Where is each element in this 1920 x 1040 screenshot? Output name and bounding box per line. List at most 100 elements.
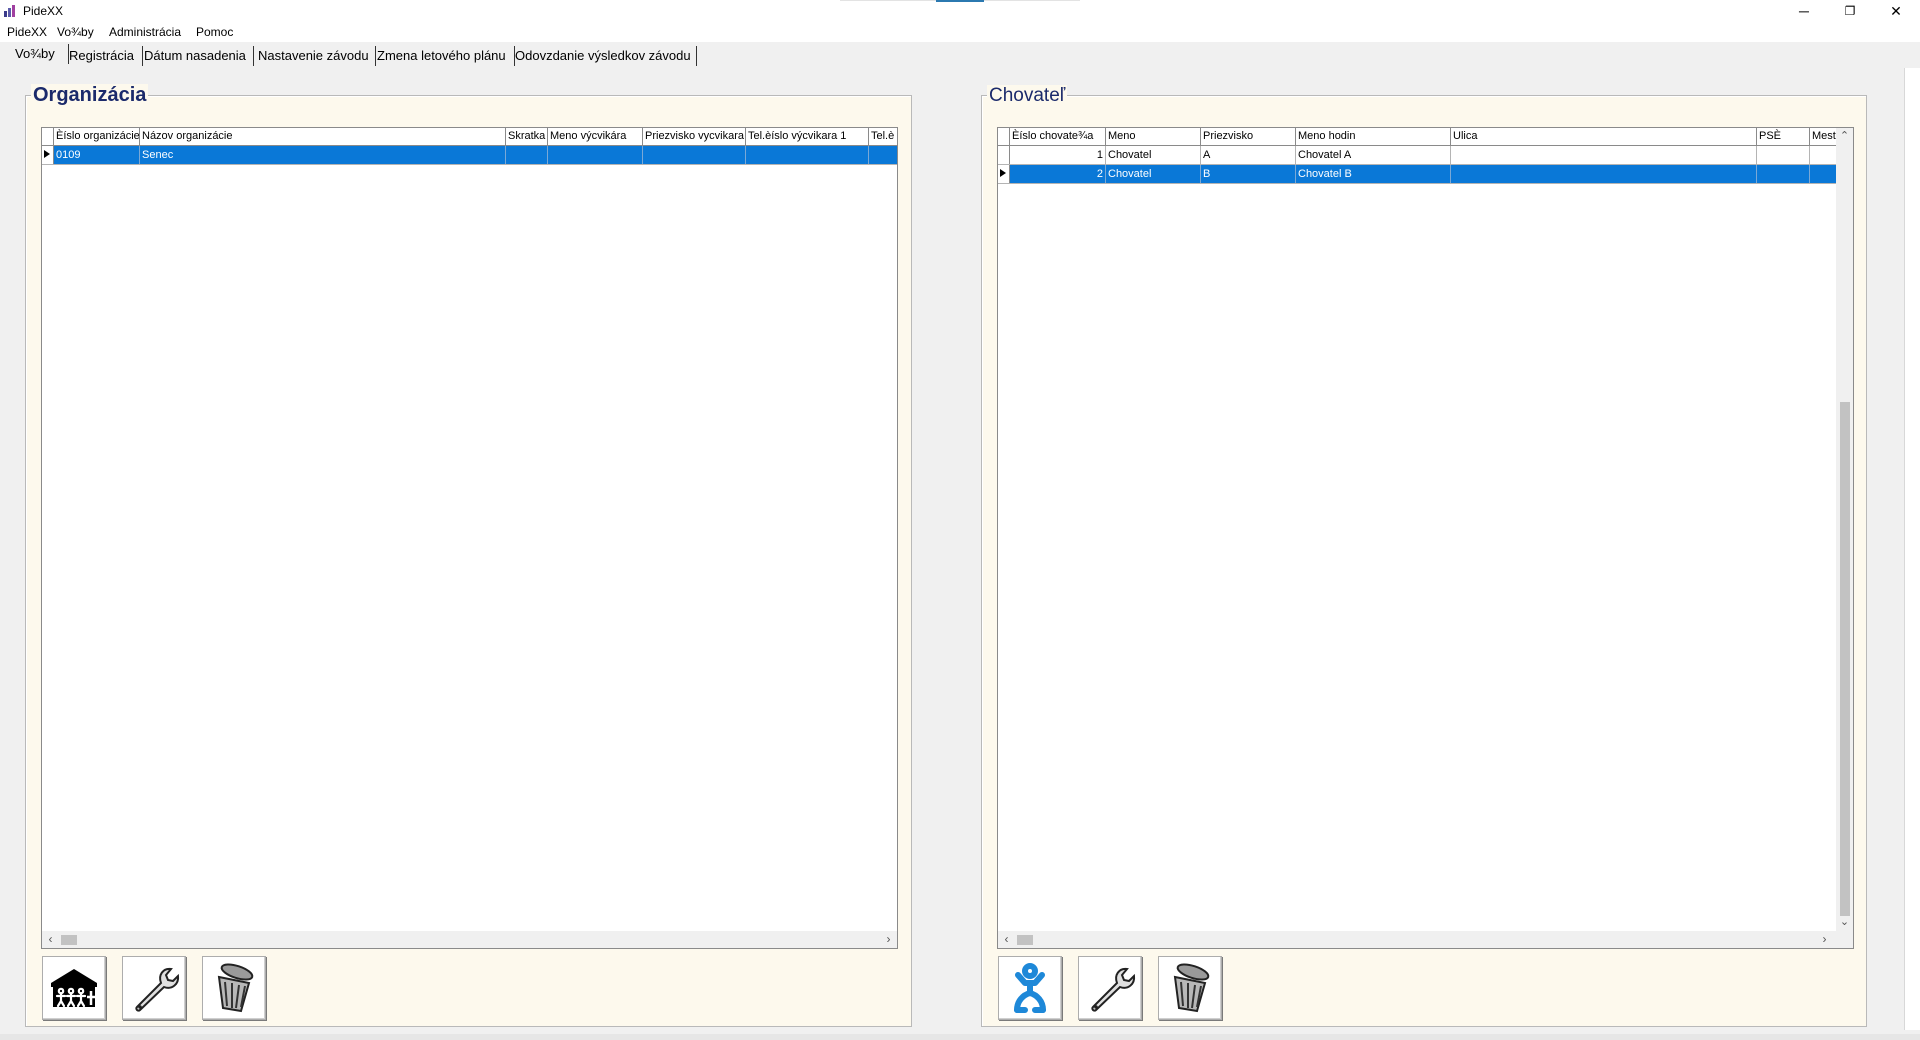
menu-volby[interactable]: Vo¾by (57, 25, 94, 39)
cell-org-name[interactable]: Senec (140, 146, 506, 164)
cell-breeder-city[interactable] (1810, 165, 1836, 183)
organization-grid[interactable]: Èíslo organizácie Názov organizácie Skra… (41, 127, 898, 949)
table-row[interactable]: 2 Chovatel B Chovatel B (998, 165, 1836, 184)
cell-breeder-street[interactable] (1451, 165, 1757, 183)
column-header[interactable]: Priezvisko vycvikara (643, 128, 746, 145)
column-header[interactable]: Ulica (1451, 128, 1757, 145)
organization-panel: Organizácia Èíslo organizácie Názov orga… (25, 84, 912, 1027)
person-icon (1014, 963, 1046, 1013)
current-row-arrow-icon (1000, 169, 1006, 177)
cell-org-number[interactable]: 0109 (54, 146, 140, 164)
scroll-left-button[interactable]: ‹ (42, 931, 59, 948)
breeder-vscrollbar[interactable]: ⌃ ⌄ (1836, 128, 1853, 931)
cell-org-abbr[interactable] (506, 146, 548, 164)
edit-organization-button[interactable] (122, 956, 186, 1020)
column-header[interactable]: Meno výcvikára (548, 128, 643, 145)
row-indicator-header (998, 128, 1010, 145)
tab-zmena-letoveho-planu[interactable]: Zmena letového plánu (374, 46, 515, 66)
cell-trainer-name[interactable] (548, 146, 643, 164)
column-header[interactable]: Skratka (506, 128, 548, 145)
menu-bar: PideXX Vo¾by Administrácia Pomoc (0, 22, 1920, 42)
cell-breeder-number[interactable]: 2 (1010, 165, 1106, 183)
organization-grid-header: Èíslo organizácie Názov organizácie Skra… (42, 128, 897, 146)
column-header[interactable]: Názov organizácie (140, 128, 506, 145)
scroll-left-button[interactable]: ‹ (998, 931, 1015, 948)
house-people-icon (51, 969, 97, 1008)
restore-button[interactable]: ❐ (1827, 0, 1873, 22)
cell-breeder-street[interactable] (1451, 146, 1757, 164)
breeder-grid[interactable]: Èíslo chovate¾a Meno Priezvisko Meno hod… (997, 127, 1854, 949)
column-header[interactable]: Tel.è (869, 128, 897, 145)
row-indicator-header (42, 128, 54, 145)
add-organization-button[interactable] (42, 956, 106, 1020)
column-header[interactable]: Èíslo organizácie (54, 128, 140, 145)
row-indicator (42, 146, 54, 164)
row-indicator (998, 146, 1010, 164)
add-breeder-button[interactable] (998, 956, 1062, 1020)
window-title: PideXX (23, 4, 64, 18)
organization-hscrollbar[interactable]: ‹ › (42, 931, 897, 948)
column-header[interactable]: Meno (1106, 128, 1201, 145)
organization-panel-title: Organizácia (31, 84, 149, 107)
scroll-thumb[interactable] (61, 935, 77, 945)
menu-administracia[interactable]: Administrácia (109, 25, 181, 39)
trash-can-icon (1173, 963, 1210, 1013)
column-header[interactable]: Mest (1810, 128, 1836, 145)
tab-datum-nasadenia[interactable]: Dátum nasadenia (141, 46, 254, 66)
edit-breeder-button[interactable] (1078, 956, 1142, 1020)
scroll-right-button[interactable]: › (880, 931, 897, 948)
table-row[interactable]: 1 Chovatel A Chovatel A (998, 146, 1836, 165)
tab-volby[interactable]: Vo¾by (12, 44, 69, 64)
menu-pidexx[interactable]: PideXX (7, 25, 47, 39)
scroll-thumb[interactable] (1017, 935, 1033, 945)
tab-bar: Vo¾by Registrácia Dátum nasadenia Nastav… (0, 44, 1920, 68)
scroll-up-button[interactable]: ⌃ (1836, 128, 1853, 145)
breeder-hscrollbar[interactable]: ‹ › (998, 931, 1853, 948)
cell-breeder-zip[interactable] (1757, 165, 1810, 183)
column-header[interactable]: Tel.èíslo výcvikara 1 (746, 128, 869, 145)
trash-can-icon (217, 963, 254, 1013)
tab-nastavenie-zavodu[interactable]: Nastavenie závodu (255, 46, 376, 66)
window-right-edge (1904, 68, 1920, 1030)
scroll-thumb[interactable] (1840, 402, 1850, 916)
cell-trainer-phone-2[interactable] (869, 146, 897, 164)
cell-trainer-phone[interactable] (746, 146, 869, 164)
cell-breeder-surname[interactable]: B (1201, 165, 1296, 183)
delete-organization-button[interactable] (202, 956, 266, 1020)
wrench-icon (1091, 967, 1136, 1012)
column-header[interactable]: PSÈ (1757, 128, 1810, 145)
scroll-right-button[interactable]: › (1816, 931, 1833, 948)
cell-breeder-loft-name[interactable]: Chovatel B (1296, 165, 1451, 183)
cell-breeder-zip[interactable] (1757, 146, 1810, 164)
table-row[interactable]: 0109 Senec (42, 146, 897, 165)
cell-breeder-surname[interactable]: A (1201, 146, 1296, 164)
column-header[interactable]: Meno hodin (1296, 128, 1451, 145)
restore-icon: ❐ (1844, 4, 1856, 18)
tab-registracia[interactable]: Registrácia (66, 46, 143, 66)
cell-trainer-surname[interactable] (643, 146, 746, 164)
menu-pomoc[interactable]: Pomoc (196, 25, 233, 39)
wrench-icon (135, 967, 180, 1012)
window-bottom-edge (0, 1034, 1920, 1040)
minimize-button[interactable]: ─ (1781, 0, 1827, 22)
cell-breeder-city[interactable] (1810, 146, 1836, 164)
title-accent (936, 0, 984, 2)
cell-breeder-first-name[interactable]: Chovatel (1106, 146, 1201, 164)
app-icon (4, 5, 15, 17)
breeder-panel-title: Chovateľ (987, 85, 1068, 107)
cell-breeder-loft-name[interactable]: Chovatel A (1296, 146, 1451, 164)
delete-breeder-button[interactable] (1158, 956, 1222, 1020)
breeder-panel: Chovateľ Èíslo chovate¾a Meno Priezvisko… (981, 85, 1867, 1027)
row-indicator (998, 165, 1010, 183)
breeder-grid-header: Èíslo chovate¾a Meno Priezvisko Meno hod… (998, 128, 1836, 146)
current-row-arrow-icon (44, 150, 50, 158)
scroll-down-button[interactable]: ⌄ (1836, 914, 1853, 931)
cell-breeder-number[interactable]: 1 (1010, 146, 1106, 164)
column-header[interactable]: Èíslo chovate¾a (1010, 128, 1106, 145)
close-button[interactable]: ✕ (1873, 0, 1919, 22)
cell-breeder-first-name[interactable]: Chovatel (1106, 165, 1201, 183)
close-icon: ✕ (1890, 2, 1902, 19)
tab-odovzdanie-vysledkov[interactable]: Odovzdanie výsledkov závodu (512, 46, 697, 66)
column-header[interactable]: Priezvisko (1201, 128, 1296, 145)
title-bar: PideXX ─ ❐ ✕ (0, 0, 1920, 22)
